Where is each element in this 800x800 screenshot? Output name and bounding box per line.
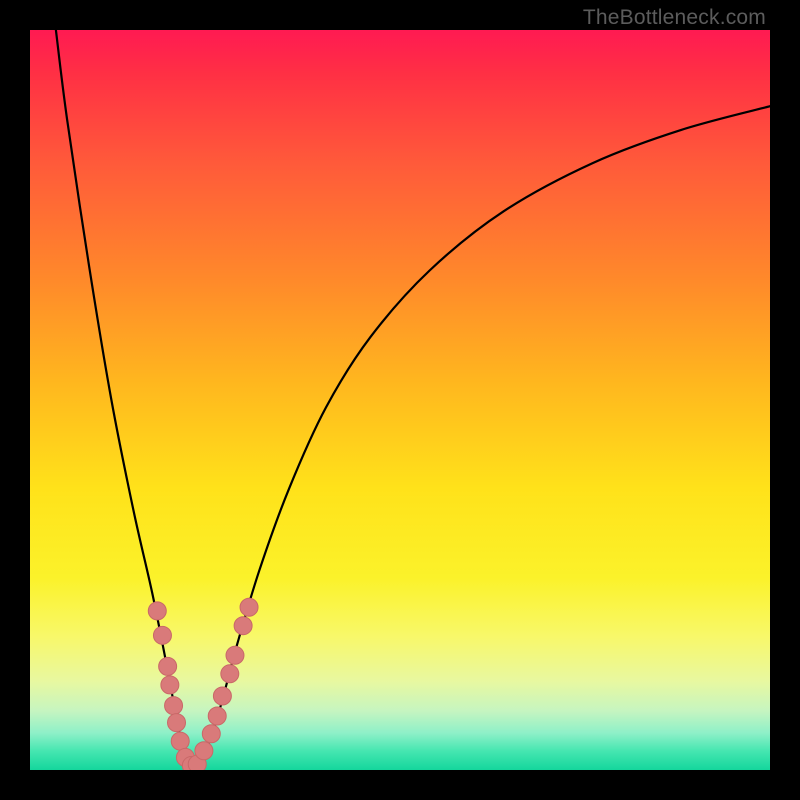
curve-marker-dot xyxy=(226,646,244,664)
curve-markers xyxy=(148,598,258,770)
curve-marker-dot xyxy=(171,732,189,750)
curve-marker-dot xyxy=(195,742,213,760)
curve-marker-dot xyxy=(161,676,179,694)
plot-area xyxy=(30,30,770,770)
bottleneck-curve-line xyxy=(56,30,770,767)
curve-marker-dot xyxy=(159,657,177,675)
curve-marker-dot xyxy=(208,707,226,725)
curve-marker-dot xyxy=(234,617,252,635)
chart-frame: TheBottleneck.com xyxy=(0,0,800,800)
curve-marker-dot xyxy=(221,665,239,683)
curve-marker-dot xyxy=(148,602,166,620)
curve-marker-dot xyxy=(153,626,171,644)
curve-marker-dot xyxy=(168,714,186,732)
bottleneck-curve-svg xyxy=(30,30,770,770)
curve-marker-dot xyxy=(213,687,231,705)
curve-marker-dot xyxy=(240,598,258,616)
curve-marker-dot xyxy=(202,725,220,743)
watermark-text: TheBottleneck.com xyxy=(583,6,766,30)
curve-marker-dot xyxy=(165,697,183,715)
